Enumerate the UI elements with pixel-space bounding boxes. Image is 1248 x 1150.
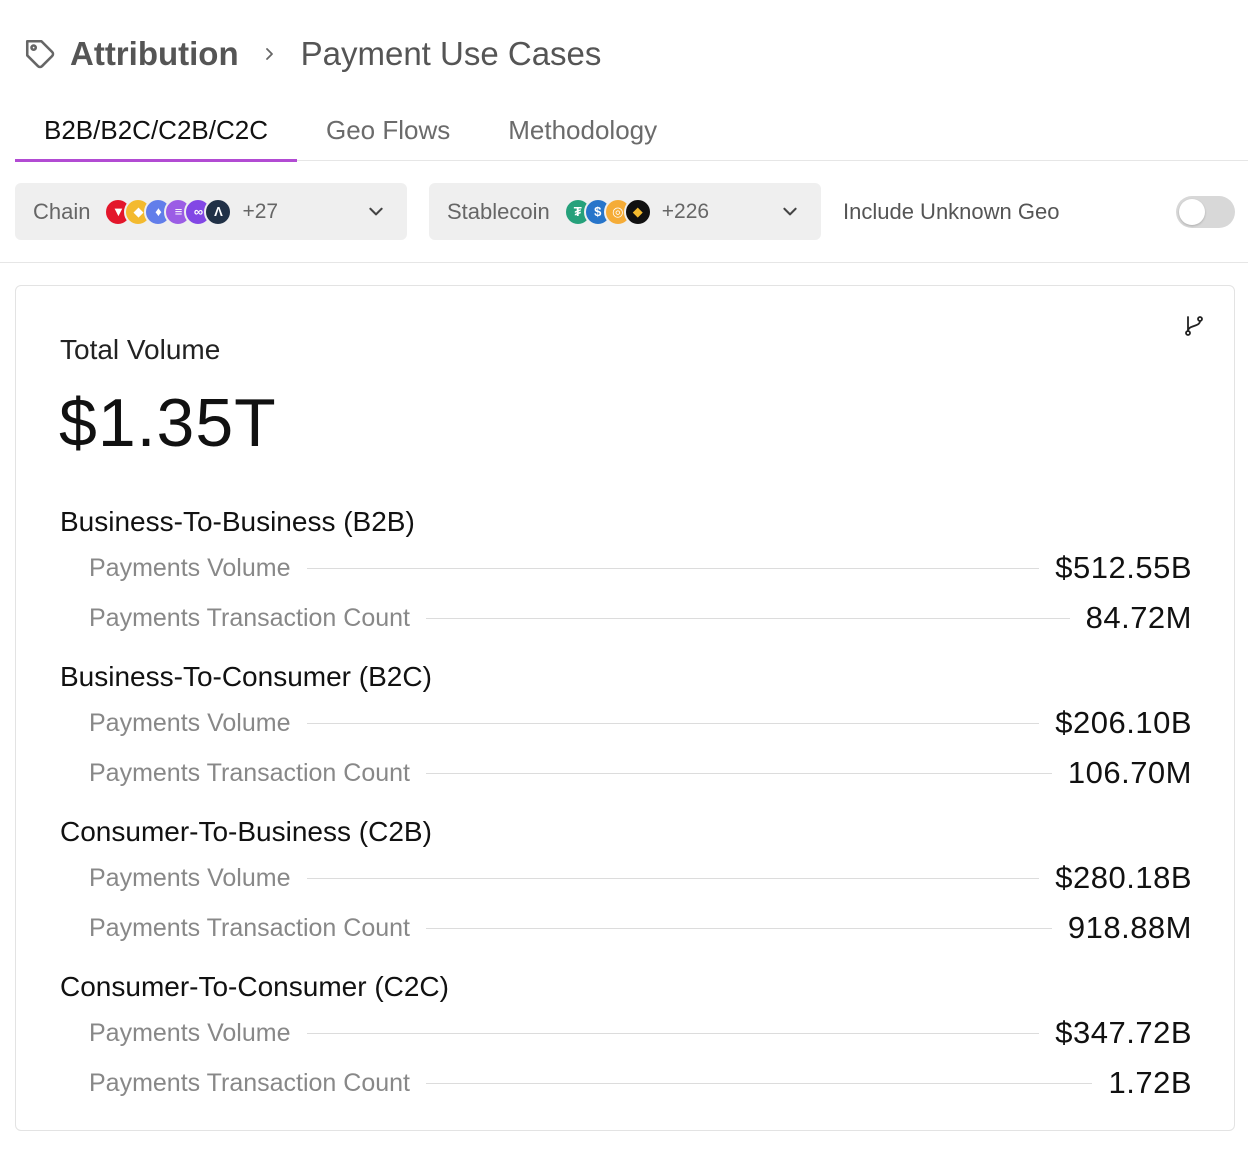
arbitrum-icon: Λ — [204, 197, 233, 226]
transaction-count-row: Payments Transaction Count 84.72M — [89, 598, 1192, 638]
leader-line — [426, 772, 1052, 774]
leader-line — [306, 1032, 1040, 1034]
chevron-down-icon — [783, 207, 797, 216]
metric-label: Payments Volume — [89, 553, 291, 582]
git-branch-icon[interactable] — [1182, 314, 1206, 338]
stablecoin-more-count: +226 — [661, 199, 710, 223]
metric-label: Payments Volume — [89, 708, 291, 737]
payments-volume-row: Payments Volume $512.55B — [89, 548, 1192, 588]
tag-icon — [22, 36, 58, 72]
page-title: Payment Use Cases — [300, 35, 602, 72]
metric-value: 918.88M — [1067, 910, 1192, 945]
chevron-right-icon — [261, 46, 277, 62]
tab-methodology[interactable]: Methodology — [479, 100, 686, 160]
breadcrumb-root[interactable]: Attribution — [70, 35, 239, 73]
section-title: Consumer-To-Business (C2B) — [60, 816, 432, 847]
toggle-knob — [1179, 199, 1205, 225]
metric-label: Payments Transaction Count — [89, 603, 410, 632]
stablecoin-dropdown-label: Stablecoin — [447, 198, 550, 224]
tab-bar: B2B/B2C/C2B/C2C Geo Flows Methodology — [15, 100, 1248, 162]
metric-value: 1.72B — [1108, 1065, 1192, 1100]
filter-bar: Chain ▼ ◆ ♦ ≡ ∞ Λ +27 Stablecoin ₮ $ ◎ ◆… — [0, 161, 1248, 263]
leader-line — [426, 617, 1070, 619]
chain-more-count: +27 — [242, 199, 279, 223]
payments-volume-row: Payments Volume $280.18B — [89, 858, 1192, 898]
section-b2c: Business-To-Consumer (B2C) Payments Volu… — [60, 659, 1192, 790]
payments-volume-row: Payments Volume $206.10B — [89, 703, 1192, 743]
breadcrumb: Attribution Payment Use Cases — [22, 34, 601, 74]
leader-line — [306, 567, 1040, 569]
metric-label: Payments Transaction Count — [89, 913, 410, 942]
metric-value: $206.10B — [1055, 705, 1192, 740]
section-c2b: Consumer-To-Business (C2B) Payments Volu… — [60, 814, 1192, 945]
tab-b2b-b2c-c2b-c2c[interactable]: B2B/B2C/C2B/C2C — [15, 100, 297, 162]
total-volume-value: $1.35T — [59, 385, 277, 461]
total-volume-label: Total Volume — [60, 334, 221, 365]
metric-label: Payments Volume — [89, 863, 291, 892]
metric-value: 106.70M — [1067, 755, 1192, 790]
stablecoin-icons: ₮ $ ◎ ◆ — [563, 197, 652, 226]
section-title: Business-To-Business (B2B) — [60, 506, 415, 537]
unknown-geo-label: Include Unknown Geo — [843, 199, 1060, 224]
section-b2b: Business-To-Business (B2B) Payments Volu… — [60, 504, 1192, 635]
payments-volume-row: Payments Volume $347.72B — [89, 1013, 1192, 1053]
metric-label: Payments Transaction Count — [89, 1068, 410, 1097]
section-title: Business-To-Consumer (B2C) — [60, 661, 432, 692]
leader-line — [426, 927, 1052, 929]
leader-line — [426, 1082, 1093, 1084]
tab-geo-flows[interactable]: Geo Flows — [297, 100, 479, 160]
chain-icons: ▼ ◆ ♦ ≡ ∞ Λ — [104, 197, 233, 226]
metric-value: $512.55B — [1055, 550, 1192, 585]
metric-label: Payments Volume — [89, 1018, 291, 1047]
summary-card: Total Volume $1.35T Business-To-Business… — [15, 285, 1235, 1131]
stablecoin-dropdown[interactable]: Stablecoin ₮ $ ◎ ◆ +226 — [429, 183, 821, 240]
leader-line — [306, 877, 1040, 879]
metric-value: 84.72M — [1085, 600, 1192, 635]
chevron-down-icon — [369, 207, 383, 216]
transaction-count-row: Payments Transaction Count 1.72B — [89, 1063, 1192, 1103]
chain-dropdown[interactable]: Chain ▼ ◆ ♦ ≡ ∞ Λ +27 — [15, 183, 407, 240]
metric-value: $347.72B — [1055, 1015, 1192, 1050]
unknown-geo-toggle[interactable] — [1176, 196, 1235, 228]
metric-value: $280.18B — [1055, 860, 1192, 895]
leader-line — [306, 722, 1040, 724]
chain-dropdown-label: Chain — [33, 198, 91, 224]
section-c2c: Consumer-To-Consumer (C2C) Payments Volu… — [60, 969, 1192, 1100]
transaction-count-row: Payments Transaction Count 106.70M — [89, 753, 1192, 793]
metric-label: Payments Transaction Count — [89, 758, 410, 787]
transaction-count-row: Payments Transaction Count 918.88M — [89, 908, 1192, 948]
bnb-stable-icon: ◆ — [623, 197, 652, 226]
section-title: Consumer-To-Consumer (C2C) — [60, 971, 449, 1002]
